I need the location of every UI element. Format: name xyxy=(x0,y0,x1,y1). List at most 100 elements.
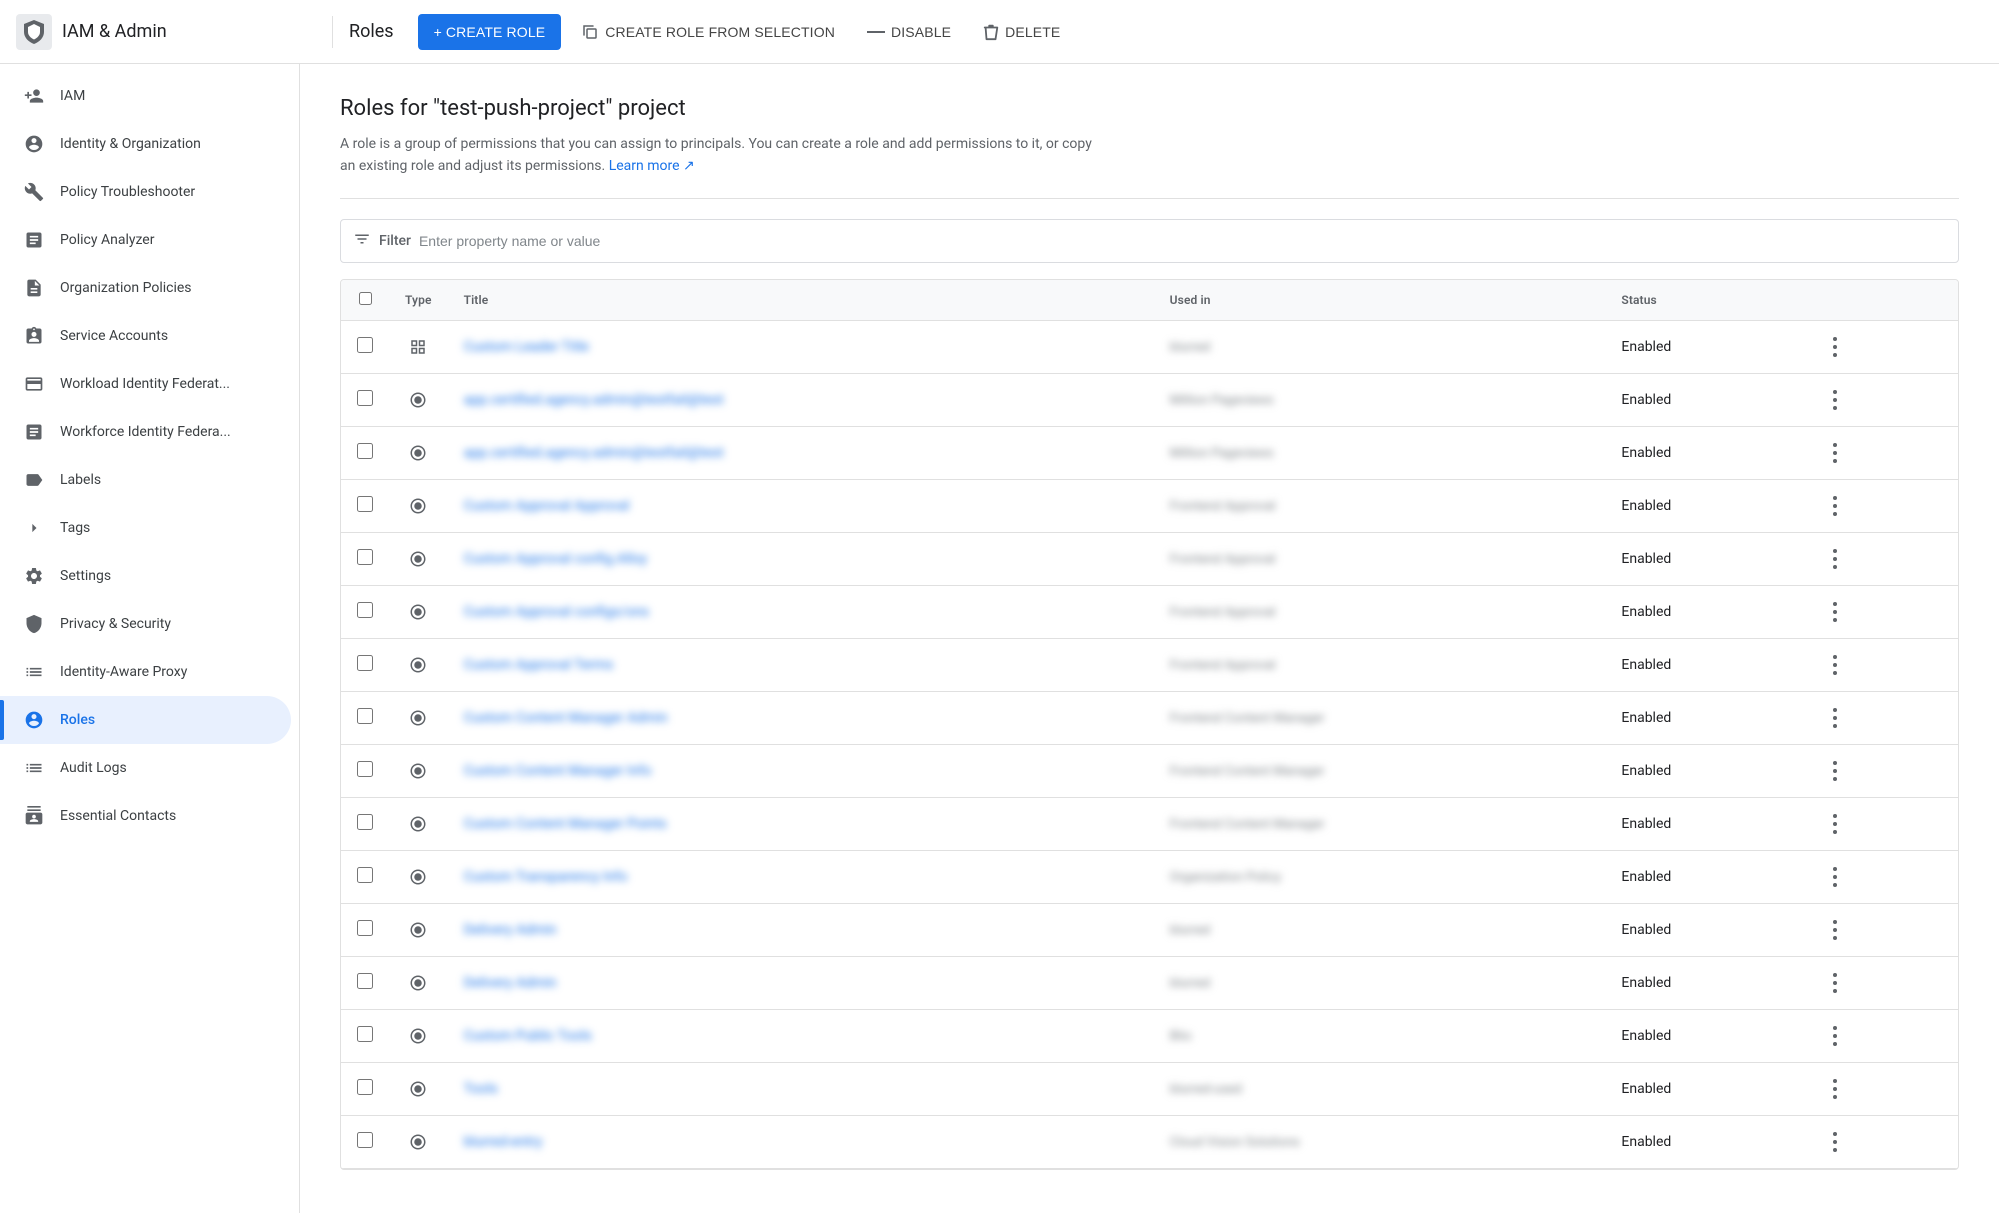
role-title-text[interactable]: Custom Approval Approval xyxy=(464,498,630,514)
more-actions-button[interactable] xyxy=(1819,1020,1851,1052)
role-title-text[interactable]: Custom Content Manager Info xyxy=(464,763,652,779)
row-checkbox[interactable] xyxy=(357,496,373,512)
role-title-text[interactable]: Custom Content Manager Points xyxy=(464,816,667,832)
topbar: IAM & Admin Roles + CREATE ROLE CREATE R… xyxy=(0,0,1999,64)
role-title-text[interactable]: Tools xyxy=(464,1081,498,1097)
row-checkbox[interactable] xyxy=(357,1079,373,1095)
radio-type-icon xyxy=(405,974,432,992)
sidebar: IAM Identity & Organization Policy Troub… xyxy=(0,64,300,1213)
role-title-text[interactable]: Delivery Admin xyxy=(464,975,557,991)
role-title-text[interactable]: Custom Approval configs/ons xyxy=(464,604,649,620)
select-all-checkbox[interactable] xyxy=(359,292,372,305)
role-title-text[interactable]: Delivery Admin xyxy=(464,922,557,938)
create-role-button[interactable]: + CREATE ROLE xyxy=(418,14,562,50)
more-actions-button[interactable] xyxy=(1819,808,1851,840)
more-actions-button[interactable] xyxy=(1819,437,1851,469)
sidebar-item-tags[interactable]: Tags xyxy=(0,504,291,552)
status-badge: Enabled xyxy=(1621,498,1671,514)
role-title-text[interactable]: Custom Approval config.Alloy xyxy=(464,551,648,567)
row-checkbox[interactable] xyxy=(357,602,373,618)
sidebar-item-service-accounts[interactable]: Service Accounts xyxy=(0,312,291,360)
sidebar-item-policy-analyzer[interactable]: Policy Analyzer xyxy=(0,216,291,264)
role-title-text[interactable]: Custom Approval Terms xyxy=(464,657,614,673)
filter-input[interactable] xyxy=(419,233,1946,249)
more-actions-button[interactable] xyxy=(1819,384,1851,416)
delete-button[interactable]: DELETE xyxy=(971,14,1072,50)
row-checkbox[interactable] xyxy=(357,973,373,989)
more-actions-button[interactable] xyxy=(1819,702,1851,734)
sidebar-item-settings[interactable]: Settings xyxy=(0,552,291,600)
role-used-in-text: Cloud Vision Solutions xyxy=(1170,1135,1300,1150)
row-checkbox[interactable] xyxy=(357,708,373,724)
description-icon xyxy=(24,278,44,298)
role-title-cell: Custom Approval Approval xyxy=(448,479,1154,532)
person-add-icon xyxy=(24,86,44,106)
role-title-text[interactable]: Custom Transparency Info xyxy=(464,869,628,885)
disable-button[interactable]: DISABLE xyxy=(855,14,963,50)
more-actions-button[interactable] xyxy=(1819,649,1851,681)
sidebar-item-workforce-identity[interactable]: Workforce Identity Federa... xyxy=(0,408,291,456)
role-used-in-cell: Frontend Content Manager xyxy=(1154,797,1606,850)
role-used-in-cell: Frontend Approval xyxy=(1154,638,1606,691)
role-title-text[interactable]: Custom Public Tools xyxy=(464,1028,592,1044)
sidebar-item-workload-identity[interactable]: Workload Identity Federat... xyxy=(0,360,291,408)
sidebar-item-org-policies[interactable]: Organization Policies xyxy=(0,264,291,312)
roles-table-container: Type Title Used in Status Custom Leader … xyxy=(340,279,1959,1170)
more-actions-button[interactable] xyxy=(1819,755,1851,787)
row-checkbox[interactable] xyxy=(357,1026,373,1042)
role-type-cell xyxy=(389,850,448,903)
sidebar-item-audit-logs[interactable]: Audit Logs xyxy=(0,744,291,792)
role-type-cell xyxy=(389,691,448,744)
sidebar-item-privacy-security[interactable]: Privacy & Security xyxy=(0,600,291,648)
row-checkbox[interactable] xyxy=(357,814,373,830)
row-checkbox[interactable] xyxy=(357,549,373,565)
more-actions-button[interactable] xyxy=(1819,596,1851,628)
role-type-cell xyxy=(389,1062,448,1115)
row-checkbox[interactable] xyxy=(357,920,373,936)
role-title-text[interactable]: Custom Leader Title xyxy=(464,339,589,355)
role-title-text[interactable]: blurred-entry xyxy=(464,1134,543,1150)
role-title-text[interactable]: Custom Content Manager Admin xyxy=(464,710,668,726)
create-role-selection-button[interactable]: CREATE ROLE FROM SELECTION xyxy=(569,14,847,50)
role-title-text[interactable]: app.certified.agency.admin@testfail@test xyxy=(464,392,724,408)
more-actions-button[interactable] xyxy=(1819,967,1851,999)
role-title-cell: app.certified.agency.admin@testfail@test xyxy=(448,426,1154,479)
more-actions-button[interactable] xyxy=(1819,1073,1851,1105)
row-checkbox[interactable] xyxy=(357,655,373,671)
more-actions-button[interactable] xyxy=(1819,914,1851,946)
more-actions-button[interactable] xyxy=(1819,861,1851,893)
sidebar-item-labels[interactable]: Labels xyxy=(0,456,291,504)
sidebar-item-essential-contacts[interactable]: Essential Contacts xyxy=(0,792,291,840)
row-checkbox[interactable] xyxy=(357,761,373,777)
page-title: Roles for "test-push-project" project xyxy=(340,96,1959,121)
row-checkbox[interactable] xyxy=(357,443,373,459)
filter-bar: Filter xyxy=(340,219,1959,263)
sidebar-item-identity-aware-proxy[interactable]: Identity-Aware Proxy xyxy=(0,648,291,696)
status-badge: Enabled xyxy=(1621,869,1671,885)
role-type-cell xyxy=(389,744,448,797)
row-checkbox[interactable] xyxy=(357,390,373,406)
more-actions-button[interactable] xyxy=(1819,490,1851,522)
sidebar-item-policy-troubleshooter[interactable]: Policy Troubleshooter xyxy=(0,168,291,216)
row-checkbox[interactable] xyxy=(357,867,373,883)
row-checkbox[interactable] xyxy=(357,1132,373,1148)
role-used-in-cell: Frontend Content Manager xyxy=(1154,744,1606,797)
role-used-in-text: Blio xyxy=(1170,1029,1192,1044)
more-actions-button[interactable] xyxy=(1819,331,1851,363)
more-actions-button[interactable] xyxy=(1819,543,1851,575)
role-used-in-cell: Frontend Approval xyxy=(1154,479,1606,532)
assignment-ind-icon xyxy=(24,326,44,346)
status-badge: Enabled xyxy=(1621,1134,1671,1150)
sidebar-item-roles[interactable]: Roles xyxy=(0,696,291,744)
role-used-in-text: blurred xyxy=(1170,340,1211,355)
status-badge: Enabled xyxy=(1621,1081,1671,1097)
sidebar-item-iam[interactable]: IAM xyxy=(0,72,291,120)
role-title-cell: blurred-entry xyxy=(448,1115,1154,1168)
row-checkbox[interactable] xyxy=(357,337,373,353)
role-title-text[interactable]: app.certified.agency.admin@testfail@test xyxy=(464,445,724,461)
sidebar-label-audit-logs: Audit Logs xyxy=(60,760,127,776)
more-actions-button[interactable] xyxy=(1819,1126,1851,1158)
shield-logo-icon xyxy=(16,14,52,50)
sidebar-item-identity-org[interactable]: Identity & Organization xyxy=(0,120,291,168)
learn-more-link[interactable]: Learn more ↗ xyxy=(609,158,695,174)
